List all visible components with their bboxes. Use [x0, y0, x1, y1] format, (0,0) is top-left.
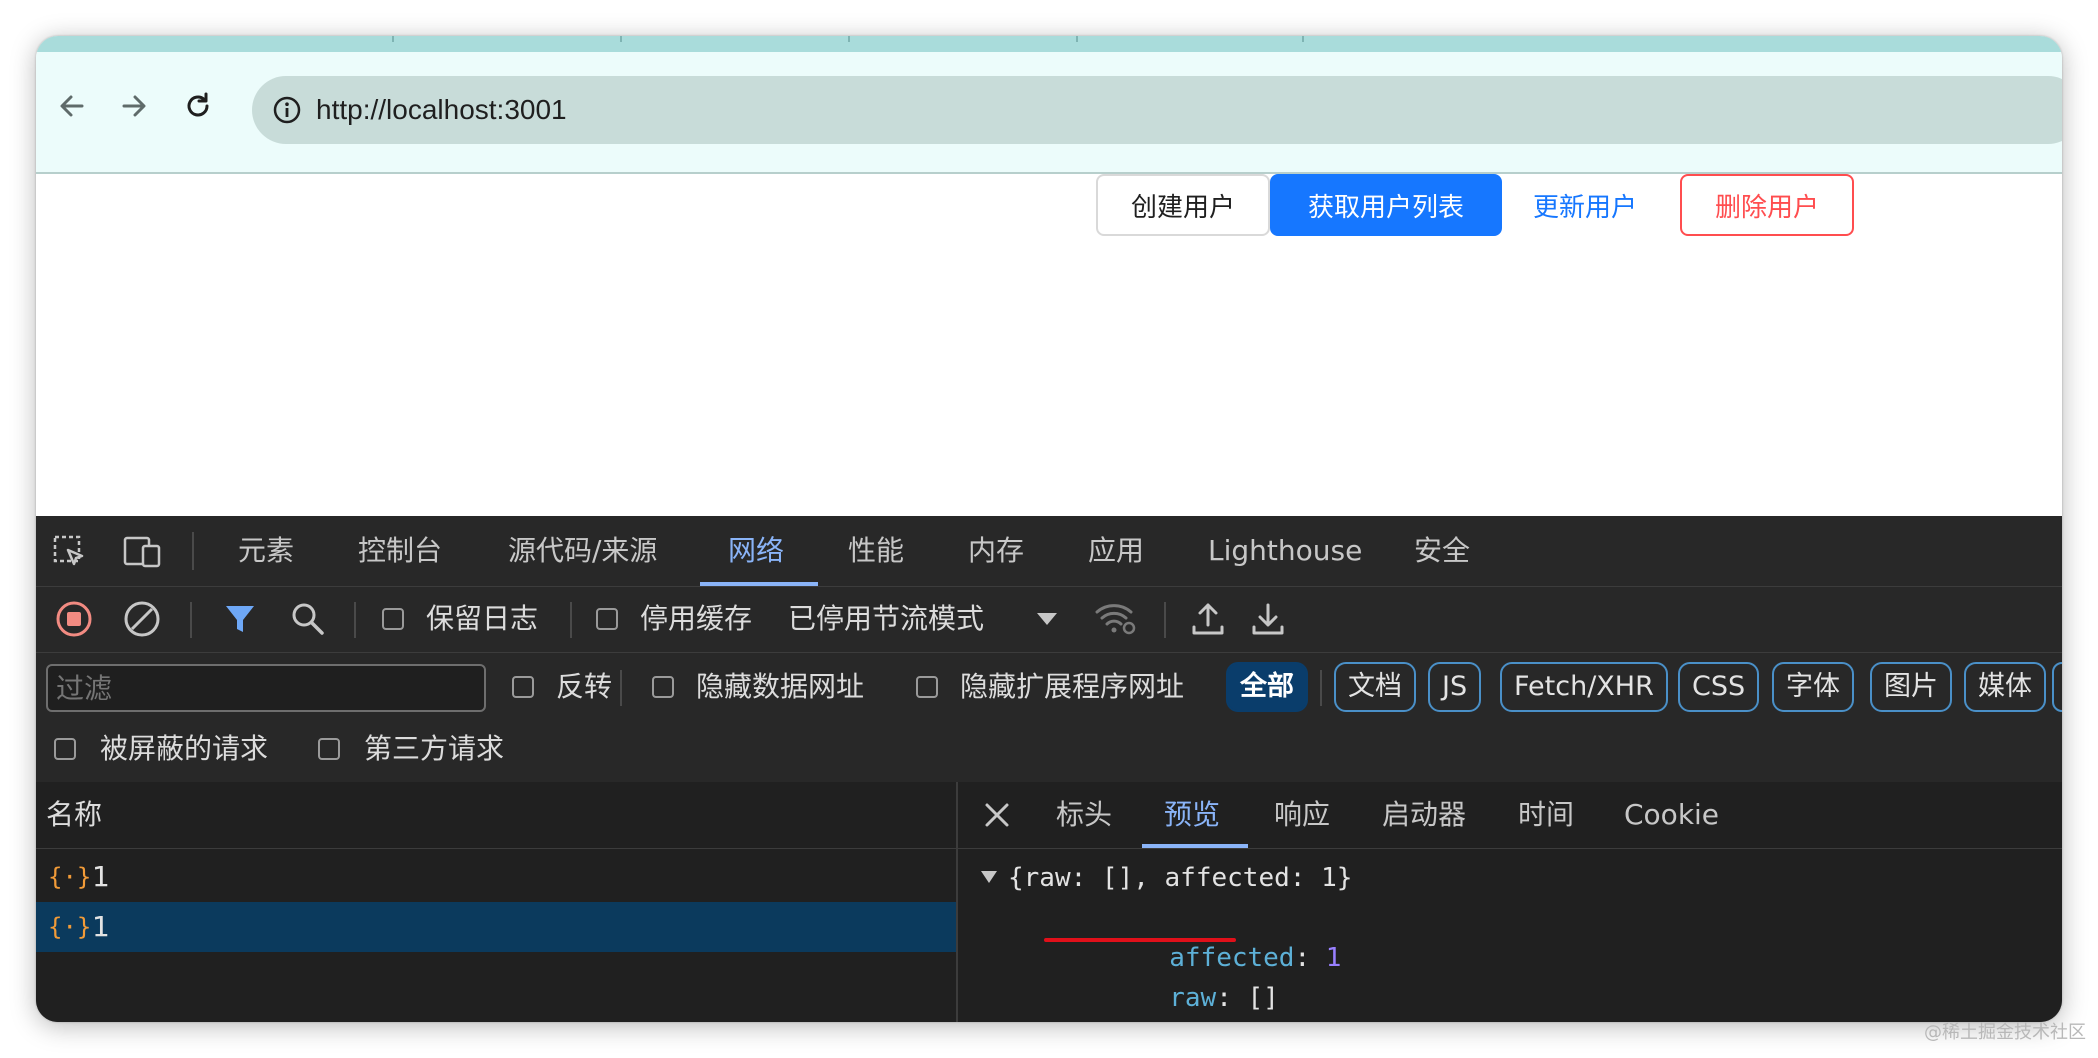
dropdown-arrow-icon[interactable] [1034, 606, 1060, 632]
delete-user-button[interactable]: 删除用户 [1680, 174, 1854, 236]
search-icon[interactable] [288, 599, 328, 639]
invert-label: 反转 [556, 670, 613, 703]
tab-performance[interactable]: 性能 [848, 516, 904, 586]
expand-triangle-icon[interactable] [978, 866, 1000, 888]
request-name: 1 [92, 910, 110, 943]
json-response-icon: {·} [48, 913, 92, 941]
affected-value: 1 [1325, 943, 1342, 973]
request-list: 名称 {·} 1 {·} 1 [36, 782, 958, 1022]
request-name: 1 [92, 860, 110, 893]
inspect-element-icon[interactable] [50, 532, 90, 572]
create-user-button[interactable]: 创建用户 [1096, 174, 1270, 236]
tab-security[interactable]: 安全 [1414, 516, 1470, 586]
toolbar-divider [1164, 602, 1166, 638]
json-response-icon: {·} [48, 863, 92, 891]
tab-strip [36, 36, 2062, 52]
hide-data-urls-label: 隐藏数据网址 [696, 670, 865, 703]
devtools-tab-bar: 元素 控制台 源代码/来源 网络 性能 内存 应用 Lighthouse 安全 [36, 516, 2062, 587]
raw-key: raw [1169, 983, 1217, 1013]
filter-input[interactable] [46, 664, 486, 712]
toolbar-divider [570, 602, 572, 638]
record-stop-icon[interactable] [54, 599, 94, 639]
site-info-icon[interactable] [272, 95, 302, 125]
devtools-panel: 元素 控制台 源代码/来源 网络 性能 内存 应用 Lighthouse 安全 [36, 516, 2062, 1022]
filter-chip-fetch-xhr[interactable]: Fetch/XHR [1500, 662, 1668, 712]
toolbar-divider [620, 670, 622, 706]
close-icon[interactable] [978, 796, 1016, 834]
filter-icon[interactable] [220, 599, 260, 639]
tab-application[interactable]: 应用 [1088, 516, 1144, 586]
tab-response[interactable]: 响应 [1274, 782, 1330, 848]
url-text[interactable]: http://localhost:3001 [316, 76, 567, 144]
toolbar-divider [354, 602, 356, 638]
address-bar[interactable]: http://localhost:3001 [252, 76, 2062, 144]
hide-data-urls-checkbox[interactable] [652, 676, 674, 698]
preserve-log-checkbox[interactable] [382, 608, 404, 630]
back-arrow-icon [60, 95, 84, 117]
filter-chip-media[interactable]: 媒体 [1964, 662, 2046, 712]
forward-arrow-icon [122, 95, 146, 117]
device-toolbar-icon[interactable] [120, 532, 164, 572]
update-user-button[interactable]: 更新用户 [1510, 174, 1660, 236]
network-conditions-icon[interactable] [1092, 599, 1140, 639]
tab-lighthouse[interactable]: Lighthouse [1208, 516, 1362, 586]
hide-extension-urls-label: 隐藏扩展程序网址 [960, 670, 1185, 703]
preserve-log-label: 保留日志 [426, 602, 539, 635]
reload-button[interactable] [174, 82, 222, 130]
filter-chip-img[interactable]: 图片 [1870, 662, 1952, 712]
tab-console[interactable]: 控制台 [358, 516, 442, 586]
name-column-header[interactable]: 名称 [36, 782, 956, 849]
request-row[interactable]: {·} 1 [36, 852, 956, 902]
tab-initiator[interactable]: 启动器 [1382, 782, 1466, 848]
name-column-label: 名称 [46, 798, 103, 831]
tab-sources[interactable]: 源代码/来源 [508, 516, 657, 586]
blocked-requests-checkbox[interactable] [54, 738, 76, 760]
get-user-list-button[interactable]: 获取用户列表 [1270, 174, 1502, 236]
tab-network[interactable]: 网络 [728, 516, 784, 586]
tab-elements[interactable]: 元素 [238, 516, 294, 586]
third-party-checkbox[interactable] [318, 738, 340, 760]
filter-chip-js[interactable]: JS [1428, 662, 1482, 712]
network-toolbar: 保留日志 停用缓存 已停用节流模式 [36, 586, 2062, 653]
tab-memory[interactable]: 内存 [968, 516, 1024, 586]
forward-button[interactable] [110, 82, 158, 130]
filter-chip-doc[interactable]: 文档 [1334, 662, 1416, 712]
filter-chip-all[interactable]: 全部 [1226, 662, 1308, 712]
export-har-icon[interactable] [1248, 599, 1288, 639]
toolbar-divider [1320, 670, 1322, 706]
back-button[interactable] [48, 82, 96, 130]
preview-object-summary[interactable]: {raw: [], affected: 1} [1008, 858, 1352, 898]
page-content: 创建用户 获取用户列表 更新用户 删除用户 [36, 174, 2062, 516]
active-detail-tab-indicator [1142, 844, 1248, 848]
hide-extension-urls-checkbox[interactable] [916, 676, 938, 698]
tab-preview[interactable]: 预览 [1164, 782, 1220, 848]
third-party-label: 第三方请求 [364, 732, 505, 765]
raw-value: [] [1247, 983, 1279, 1013]
tab-timing[interactable]: 时间 [1518, 782, 1574, 848]
toolbar-divider [192, 532, 194, 570]
tab-headers[interactable]: 标头 [1056, 782, 1112, 848]
filter-bar: 反转 隐藏数据网址 隐藏扩展程序网址 全部 文档 JS Fetch/XHR CS… [36, 652, 2062, 783]
disable-cache-label: 停用缓存 [640, 602, 753, 635]
request-detail: 标头 预览 响应 启动器 时间 Cookie {raw: [], affecte… [958, 782, 2062, 1022]
toolbar-divider [190, 602, 192, 638]
blocked-requests-label: 被屏蔽的请求 [100, 732, 269, 765]
browser-window: http://localhost:3001 创建用户 获取用户列表 更新用户 删… [36, 36, 2062, 1022]
filter-chip-font[interactable]: 字体 [1772, 662, 1854, 712]
filter-chip-css[interactable]: CSS [1678, 662, 1760, 712]
filter-chip-more[interactable] [2052, 662, 2062, 712]
tab-cookies[interactable]: Cookie [1624, 782, 1719, 848]
request-row-selected[interactable]: {·} 1 [36, 902, 956, 952]
clear-icon[interactable] [122, 599, 162, 639]
watermark: @稀土掘金技术社区 [1924, 1022, 2086, 1043]
browser-toolbar: http://localhost:3001 [36, 52, 2062, 174]
reload-icon [187, 92, 209, 117]
throttling-select[interactable]: 已停用节流模式 [788, 599, 984, 639]
preview-raw-line: raw: [] [1169, 983, 1279, 1013]
disable-cache-checkbox[interactable] [596, 608, 618, 630]
import-har-icon[interactable] [1188, 599, 1228, 639]
detail-tab-bar: 标头 预览 响应 启动器 时间 Cookie [958, 782, 2062, 849]
